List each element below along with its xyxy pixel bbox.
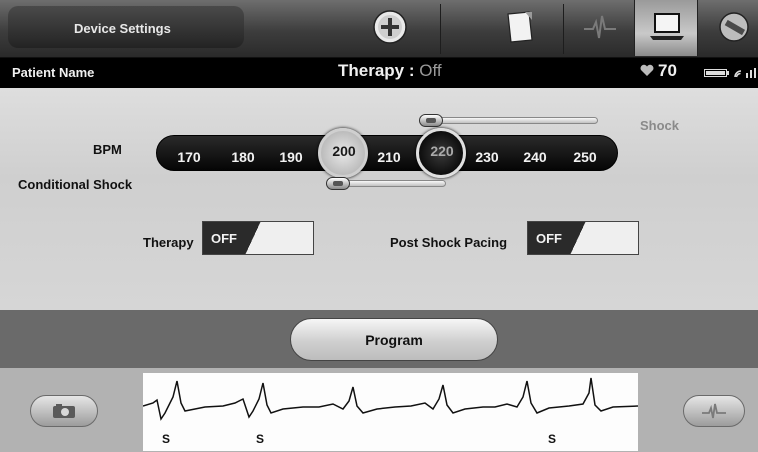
therapy-toggle[interactable]: OFF	[202, 221, 314, 255]
ecg-trace	[143, 377, 638, 421]
top-bar: Device Settings	[0, 0, 758, 58]
device-screen: Device Settings Patient Name Therapy: O…	[0, 0, 758, 452]
therapy-toggle-value: OFF	[211, 231, 237, 246]
bpm-tick: 180	[231, 149, 255, 165]
conditional-shock-label: Conditional Shock	[18, 177, 133, 192]
heart-rate-value: 70	[658, 61, 677, 80]
signal-icon	[734, 68, 756, 78]
therapy-status-value: Off	[419, 61, 442, 80]
device-settings-tab[interactable]	[634, 0, 698, 56]
tab-divider	[563, 4, 564, 54]
ecg-options-button[interactable]	[683, 395, 745, 427]
utilities-tab[interactable]	[706, 4, 758, 50]
beat-marker: S	[548, 432, 557, 446]
shock-rate-value: 220	[430, 143, 454, 159]
ecg-waveform-icon	[702, 403, 726, 419]
document-icon	[507, 11, 533, 43]
wand-icon	[719, 12, 749, 42]
conditional-shock-slider-handle[interactable]	[326, 177, 350, 190]
therapy-toggle-label: Therapy	[143, 235, 194, 250]
bpm-tick: 190	[279, 149, 303, 165]
ecg-area: S S S	[0, 368, 758, 452]
therapy-status-label: Therapy :	[338, 61, 415, 80]
bpm-tick: 230	[475, 149, 499, 165]
shock-rate-selector[interactable]: 220	[416, 128, 466, 178]
bpm-tick: 250	[573, 149, 597, 165]
ecg-tab[interactable]	[572, 4, 628, 50]
post-shock-pacing-value: OFF	[536, 231, 562, 246]
therapy-status: Therapy : Off	[338, 61, 442, 81]
laptop-icon	[650, 13, 684, 40]
bpm-tick: 240	[523, 149, 547, 165]
bpm-tick: 210	[377, 149, 401, 165]
snapshot-button[interactable]	[30, 395, 98, 427]
beat-marker: S	[162, 432, 171, 446]
post-shock-pacing-label: Post Shock Pacing	[390, 235, 508, 250]
ecg-strip: S S S	[143, 373, 638, 451]
program-band: Program	[0, 310, 758, 368]
status-bar: Patient Name Therapy : Off 70	[0, 58, 758, 88]
beat-marker: S	[256, 432, 265, 446]
tab-divider	[440, 4, 441, 54]
battery-icon	[704, 69, 729, 77]
program-button[interactable]: Program	[290, 318, 498, 361]
post-shock-pacing-toggle[interactable]: OFF	[527, 221, 639, 255]
summary-tab[interactable]	[492, 4, 548, 50]
patient-name: Patient Name	[12, 65, 95, 80]
plus-circle-icon	[373, 10, 407, 44]
screen-title: Device Settings	[74, 21, 171, 36]
shock-zone-track	[420, 117, 598, 124]
conditional-shock-rate-selector[interactable]: 200	[318, 128, 368, 178]
shock-zone-label: Shock	[640, 118, 680, 133]
conditional-shock-rate-value: 200	[332, 143, 356, 159]
ecg-waveform-icon	[584, 15, 616, 39]
camera-icon	[53, 404, 75, 418]
shock-zone-slider-handle[interactable]	[419, 114, 443, 127]
add-tab[interactable]	[362, 4, 418, 50]
settings-panel: Shock BPM 170 180 190 210 230 240 250 20…	[0, 88, 758, 310]
heart-icon	[640, 64, 654, 76]
bpm-scale: 170 180 190 210 230 240 250	[156, 135, 618, 171]
title-area: Device Settings	[8, 6, 244, 48]
bpm-label: BPM	[93, 142, 122, 157]
bpm-tick: 170	[177, 149, 201, 165]
